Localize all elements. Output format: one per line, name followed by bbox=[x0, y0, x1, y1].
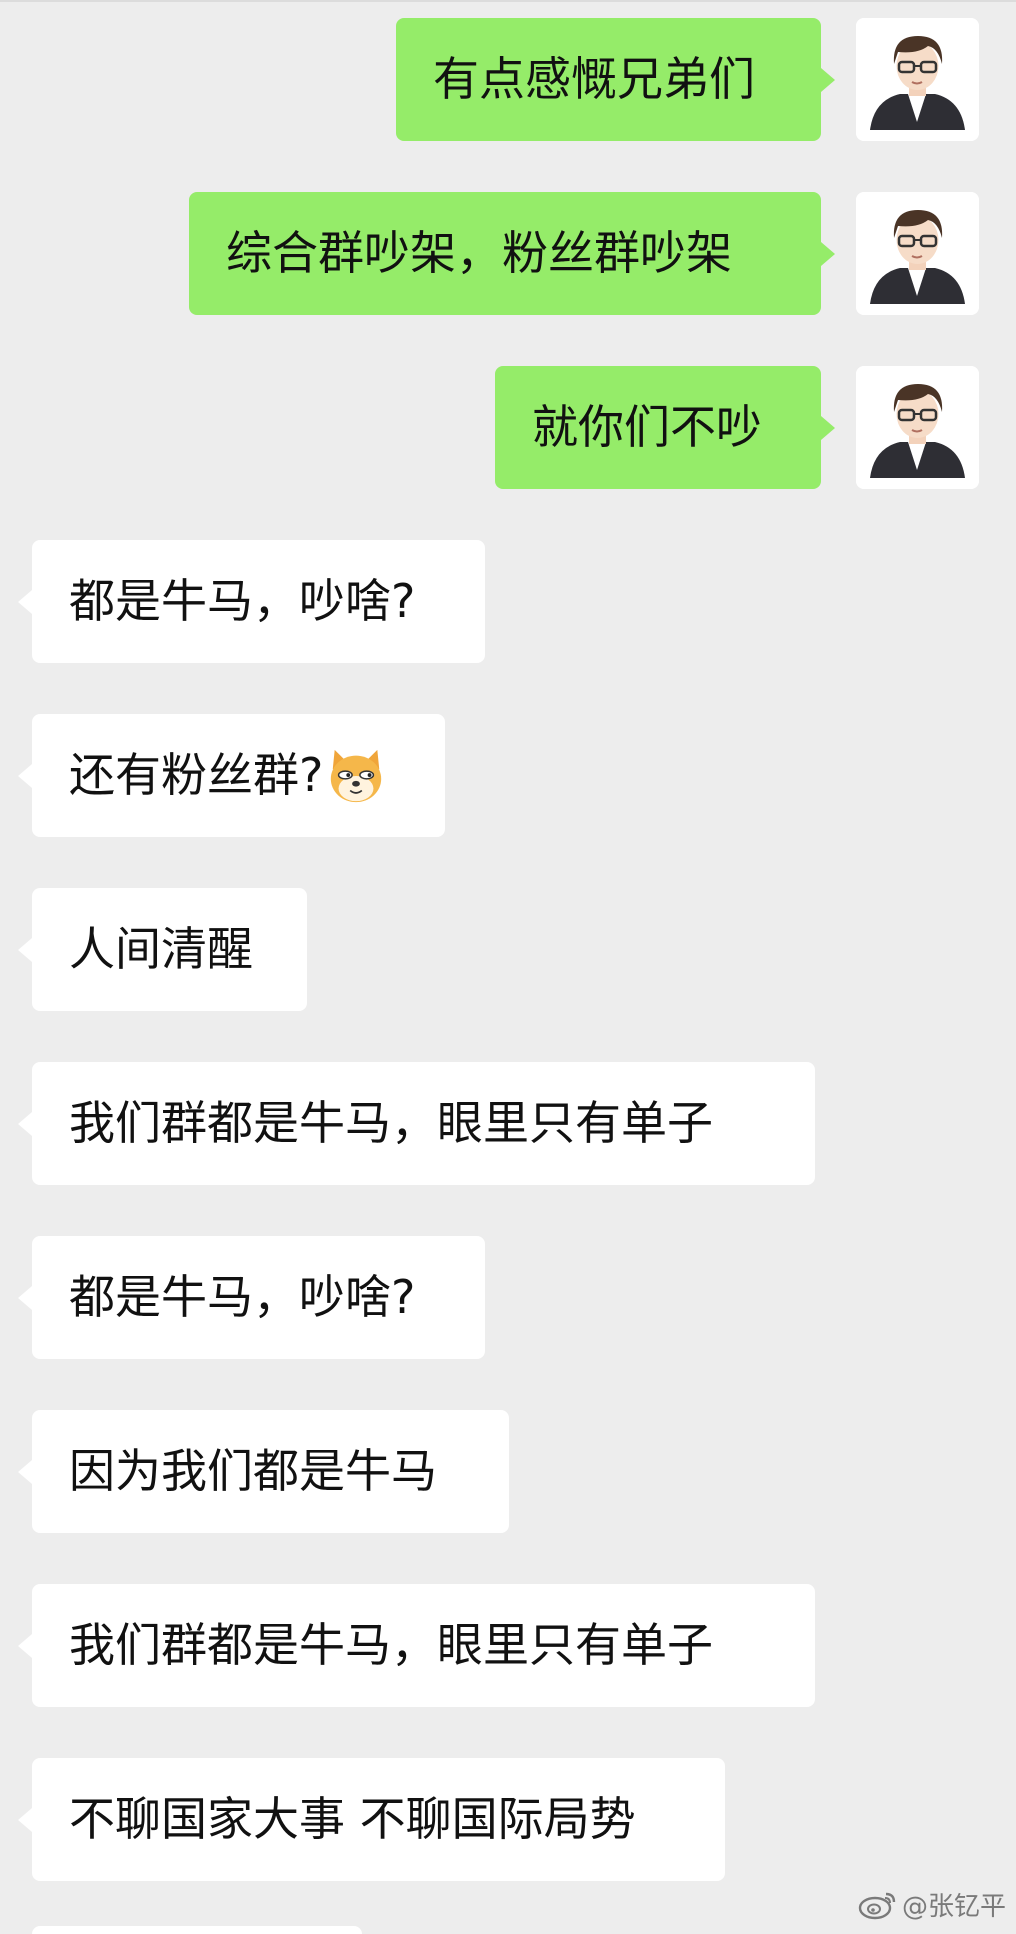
message-row-outgoing: 综合群吵架，粉丝群吵架 bbox=[0, 192, 1016, 316]
partial-message-bubble bbox=[32, 1926, 362, 1934]
message-text: 人间清醒 bbox=[69, 922, 253, 976]
message-row-incoming: 还有粉丝群? bbox=[0, 714, 1016, 838]
message-row-outgoing: 就你们不吵 bbox=[0, 366, 1016, 490]
message-bubble-incoming[interactable]: 都是牛马，吵啥? bbox=[18, 540, 485, 663]
message-bubble-incoming[interactable]: 还有粉丝群? bbox=[18, 714, 445, 837]
message-text: 不聊国家大事 不聊国际局势 bbox=[69, 1792, 636, 1846]
message-text: 综合群吵架，粉丝群吵架 bbox=[226, 226, 732, 280]
message-bubble-incoming[interactable]: 都是牛马，吵啥? bbox=[18, 1236, 485, 1359]
message-text: 还有粉丝群? bbox=[69, 748, 324, 802]
message-text: 都是牛马，吵啥? bbox=[69, 574, 416, 628]
message-row-outgoing: 有点感慨兄弟们 bbox=[0, 18, 1016, 142]
message-row-incoming: 因为我们都是牛马 bbox=[0, 1410, 1016, 1534]
message-bubble-incoming[interactable]: 因为我们都是牛马 bbox=[18, 1410, 509, 1533]
message-text: 我们群都是牛马，眼里只有单子 bbox=[69, 1096, 713, 1150]
message-row-incoming: 人间清醒 bbox=[0, 888, 1016, 1012]
avatar[interactable] bbox=[856, 192, 979, 315]
weibo-icon bbox=[858, 1892, 896, 1920]
message-text: 就你们不吵 bbox=[532, 400, 762, 454]
message-text: 我们群都是牛马，眼里只有单子 bbox=[69, 1618, 713, 1672]
message-text: 有点感慨兄弟们 bbox=[433, 52, 755, 106]
message-row-incoming: 都是牛马，吵啥? bbox=[0, 540, 1016, 664]
message-bubble-incoming[interactable]: 我们群都是牛马，眼里只有单子 bbox=[18, 1062, 815, 1185]
message-text: 都是牛马，吵啥? bbox=[69, 1270, 416, 1324]
message-bubble-incoming[interactable]: 人间清醒 bbox=[18, 888, 307, 1011]
user-avatar-icon bbox=[856, 18, 979, 141]
message-row-incoming: 我们群都是牛马，眼里只有单子 bbox=[0, 1062, 1016, 1186]
message-bubble-outgoing[interactable]: 有点感慨兄弟们 bbox=[396, 18, 835, 141]
top-divider bbox=[0, 0, 1016, 2]
message-bubble-incoming[interactable]: 我们群都是牛马，眼里只有单子 bbox=[18, 1584, 815, 1707]
user-avatar-icon bbox=[856, 366, 979, 489]
watermark: @张钇平 bbox=[858, 1884, 1006, 1924]
message-text: 因为我们都是牛马 bbox=[69, 1444, 437, 1498]
message-bubble-incoming[interactable]: 不聊国家大事 不聊国际局势 bbox=[18, 1758, 725, 1881]
avatar[interactable] bbox=[856, 18, 979, 141]
message-row-incoming: 我们群都是牛马，眼里只有单子 bbox=[0, 1584, 1016, 1708]
watermark-text: @张钇平 bbox=[901, 1891, 1006, 1922]
message-bubble-outgoing[interactable]: 综合群吵架，粉丝群吵架 bbox=[189, 192, 835, 315]
message-bubble-outgoing[interactable]: 就你们不吵 bbox=[495, 366, 835, 489]
message-row-incoming: 都是牛马，吵啥? bbox=[0, 1236, 1016, 1360]
avatar[interactable] bbox=[856, 366, 979, 489]
message-row-incoming: 不聊国家大事 不聊国际局势 bbox=[0, 1758, 1016, 1882]
user-avatar-icon bbox=[856, 192, 979, 315]
doge-emoji-icon bbox=[331, 749, 382, 802]
